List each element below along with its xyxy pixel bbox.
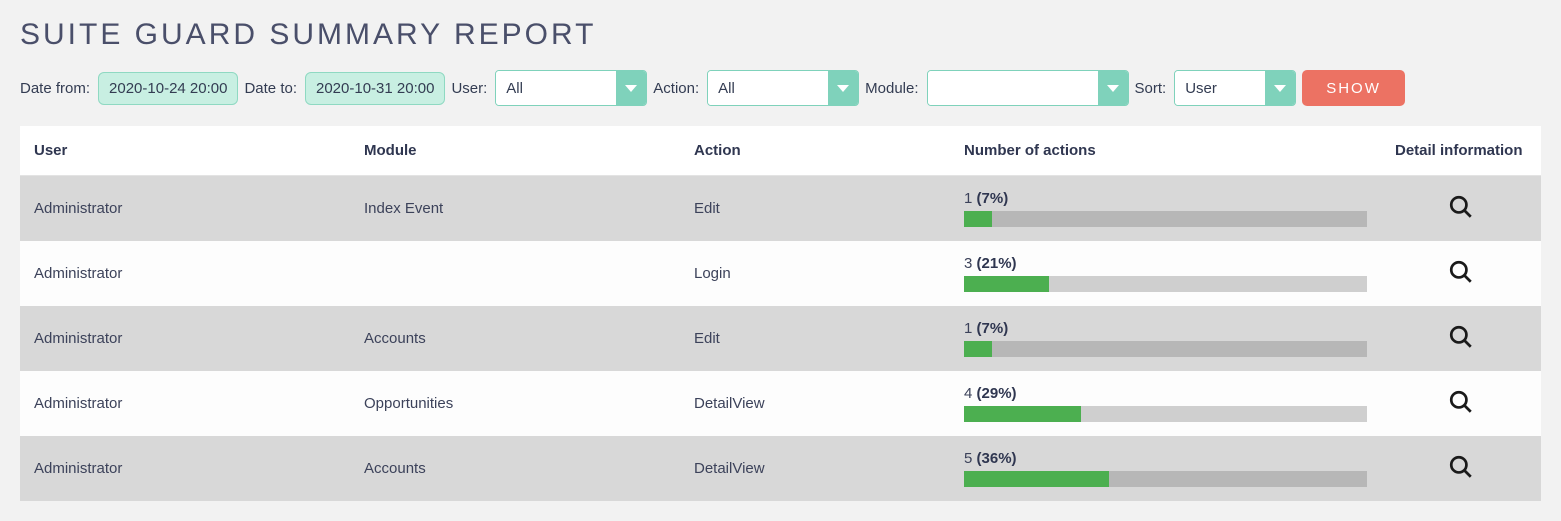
action-count: 3 [964,255,977,272]
action-select-value: All [708,71,828,105]
table-row: AdministratorOpportunitiesDetailView4 (2… [20,371,1541,436]
action-count: 1 [964,320,977,337]
col-header-detail: Detail information [1381,126,1541,176]
cell-count: 3 (21%) [950,241,1381,306]
progress-bar [964,406,1367,422]
cell-module: Accounts [350,436,680,501]
page-title: SUITE GUARD SUMMARY REPORT [20,18,1541,52]
user-select[interactable]: All [495,70,647,106]
chevron-down-icon [1098,71,1128,105]
action-percent: (36%) [977,450,1017,467]
user-select-value: All [496,71,616,105]
cell-action: DetailView [680,436,950,501]
filter-bar: Date from: 2020-10-24 20:00 Date to: 202… [20,70,1541,106]
module-filter-label: Module: [865,80,918,97]
chevron-down-icon [616,71,646,105]
cell-user: Administrator [20,306,350,371]
action-select[interactable]: All [707,70,859,106]
progress-bar-fill [964,341,992,357]
progress-bar [964,276,1367,292]
cell-action: Edit [680,306,950,371]
user-filter-label: User: [451,80,487,97]
col-header-action: Action [680,126,950,176]
date-to-label: Date to: [244,80,297,97]
chevron-down-icon [828,71,858,105]
cell-action: DetailView [680,371,950,436]
table-row: AdministratorLogin3 (21%) [20,241,1541,306]
magnify-icon[interactable] [1447,258,1475,286]
report-table: User Module Action Number of actions Det… [20,126,1541,501]
col-header-module: Module [350,126,680,176]
progress-bar [964,471,1367,487]
progress-bar-fill [964,406,1081,422]
date-from-input[interactable]: 2020-10-24 20:00 [98,72,238,105]
sort-filter-label: Sort: [1135,80,1167,97]
action-count: 4 [964,385,977,402]
magnify-icon[interactable] [1447,323,1475,351]
cell-module: Index Event [350,176,680,242]
cell-action: Edit [680,176,950,242]
cell-count: 1 (7%) [950,306,1381,371]
action-percent: (7%) [977,320,1009,337]
cell-count: 4 (29%) [950,371,1381,436]
date-to-input[interactable]: 2020-10-31 20:00 [305,72,445,105]
cell-user: Administrator [20,241,350,306]
sort-select[interactable]: User [1174,70,1296,106]
action-count: 5 [964,450,977,467]
date-from-label: Date from: [20,80,90,97]
cell-count: 5 (36%) [950,436,1381,501]
table-row: AdministratorAccountsDetailView5 (36%) [20,436,1541,501]
cell-user: Administrator [20,436,350,501]
show-button[interactable]: SHOW [1302,70,1405,106]
progress-bar-fill [964,211,992,227]
table-row: AdministratorAccountsEdit1 (7%) [20,306,1541,371]
progress-bar-fill [964,471,1109,487]
action-percent: (29%) [977,385,1017,402]
sort-select-value: User [1175,71,1265,105]
cell-module: Opportunities [350,371,680,436]
col-header-user: User [20,126,350,176]
cell-module: Accounts [350,306,680,371]
cell-action: Login [680,241,950,306]
cell-user: Administrator [20,371,350,436]
table-row: AdministratorIndex EventEdit1 (7%) [20,176,1541,242]
progress-bar [964,341,1367,357]
col-header-count: Number of actions [950,126,1381,176]
module-select-value [928,71,1098,105]
action-filter-label: Action: [653,80,699,97]
magnify-icon[interactable] [1447,388,1475,416]
action-percent: (21%) [977,255,1017,272]
cell-count: 1 (7%) [950,176,1381,242]
module-select[interactable] [927,70,1129,106]
action-count: 1 [964,190,977,207]
progress-bar-fill [964,276,1049,292]
progress-bar [964,211,1367,227]
magnify-icon[interactable] [1447,193,1475,221]
magnify-icon[interactable] [1447,453,1475,481]
cell-module [350,241,680,306]
action-percent: (7%) [977,190,1009,207]
cell-user: Administrator [20,176,350,242]
chevron-down-icon [1265,71,1295,105]
